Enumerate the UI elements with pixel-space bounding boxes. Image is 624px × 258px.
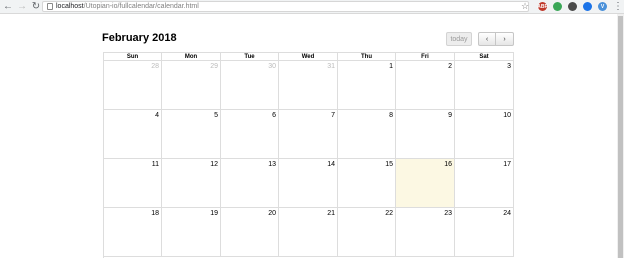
day-number[interactable]: 5 bbox=[214, 112, 218, 120]
adblock-icon[interactable]: ABP bbox=[537, 2, 548, 11]
day-cell[interactable]: 17 bbox=[455, 159, 514, 208]
day-cell[interactable]: 30 bbox=[221, 61, 279, 110]
extension-blue-icon[interactable] bbox=[583, 2, 592, 11]
vue-devtools-icon[interactable]: V bbox=[598, 2, 607, 11]
day-number[interactable]: 12 bbox=[210, 161, 218, 169]
browser-menu-icon[interactable]: ⋮ bbox=[613, 1, 623, 12]
day-cell[interactable]: 28 bbox=[104, 61, 162, 110]
day-number[interactable]: 6 bbox=[272, 112, 276, 120]
day-number[interactable]: 19 bbox=[210, 210, 218, 218]
week-row: 4 5 6 7 8 9 10 bbox=[104, 110, 515, 159]
day-cell[interactable]: 5 bbox=[162, 110, 221, 159]
day-cell[interactable]: 1 bbox=[338, 61, 396, 110]
today-button[interactable]: today bbox=[446, 32, 472, 46]
pocket-icon[interactable] bbox=[568, 2, 577, 11]
scrollbar-thumb[interactable] bbox=[618, 16, 623, 258]
day-number[interactable]: 14 bbox=[327, 161, 335, 169]
url-path: /Utopian-io/fullcalendar/calendar.html bbox=[83, 3, 199, 10]
day-number[interactable]: 7 bbox=[331, 112, 335, 120]
day-header-row: Sun Mon Tue Wed Thu Fri Sat bbox=[104, 53, 515, 61]
chevron-left-icon: ‹ bbox=[485, 35, 489, 43]
url-text: localhost/Utopian-io/fullcalendar/calend… bbox=[56, 1, 199, 12]
day-cell[interactable]: 8 bbox=[338, 110, 396, 159]
day-cell[interactable]: 12 bbox=[162, 159, 221, 208]
day-header-sat: Sat bbox=[455, 53, 514, 61]
page-scrollbar[interactable] bbox=[617, 14, 624, 258]
day-number[interactable]: 10 bbox=[503, 112, 511, 120]
day-number[interactable]: 2 bbox=[448, 63, 452, 71]
day-number[interactable]: 8 bbox=[389, 112, 393, 120]
day-number[interactable]: 13 bbox=[268, 161, 276, 169]
day-cell[interactable]: 23 bbox=[396, 208, 455, 257]
day-cell[interactable]: 20 bbox=[221, 208, 279, 257]
day-header-tue: Tue bbox=[221, 53, 279, 61]
day-cell[interactable]: 6 bbox=[221, 110, 279, 159]
chevron-right-icon: › bbox=[503, 35, 506, 43]
prev-month-button[interactable]: ‹ bbox=[478, 32, 496, 46]
day-header-wed: Wed bbox=[279, 53, 338, 61]
page-info-icon[interactable] bbox=[47, 3, 53, 10]
day-number[interactable]: 20 bbox=[268, 210, 276, 218]
day-number[interactable]: 4 bbox=[155, 112, 159, 120]
day-cell[interactable]: 7 bbox=[279, 110, 338, 159]
address-bar[interactable]: localhost/Utopian-io/fullcalendar/calend… bbox=[42, 1, 529, 12]
day-cell[interactable]: 2 bbox=[396, 61, 455, 110]
week-row: 28 29 30 31 1 2 3 bbox=[104, 61, 515, 110]
day-cell[interactable]: 31 bbox=[279, 61, 338, 110]
day-cell[interactable]: 15 bbox=[338, 159, 396, 208]
forward-button[interactable]: → bbox=[16, 1, 28, 13]
day-cell[interactable]: 29 bbox=[162, 61, 221, 110]
day-number[interactable]: 29 bbox=[210, 63, 218, 71]
bookmark-star-icon[interactable]: ☆ bbox=[521, 1, 529, 12]
day-cell[interactable]: 11 bbox=[104, 159, 162, 208]
day-header-sun: Sun bbox=[104, 53, 162, 61]
day-number[interactable]: 11 bbox=[152, 161, 159, 169]
day-number[interactable]: 18 bbox=[151, 210, 159, 218]
day-cell[interactable]: 14 bbox=[279, 159, 338, 208]
back-button[interactable]: ← bbox=[2, 1, 14, 13]
reload-button[interactable]: ↻ bbox=[30, 1, 42, 13]
day-cell[interactable]: 21 bbox=[279, 208, 338, 257]
next-month-button[interactable]: › bbox=[495, 32, 514, 46]
day-number[interactable]: 21 bbox=[327, 210, 335, 218]
day-header-fri: Fri bbox=[396, 53, 455, 61]
day-number[interactable]: 30 bbox=[268, 63, 276, 71]
day-header-mon: Mon bbox=[162, 53, 221, 61]
day-number[interactable]: 28 bbox=[151, 63, 159, 71]
week-row: 18 19 20 21 22 23 24 bbox=[104, 208, 515, 257]
day-number[interactable]: 3 bbox=[507, 63, 511, 71]
day-cell[interactable]: 3 bbox=[455, 61, 514, 110]
day-cell[interactable]: 22 bbox=[338, 208, 396, 257]
month-grid: Sun Mon Tue Wed Thu Fri Sat 28 29 30 31 1 2 3 4 5 6 7 8 9 1… bbox=[103, 52, 514, 258]
day-number[interactable]: 23 bbox=[444, 210, 452, 218]
day-cell[interactable]: 19 bbox=[162, 208, 221, 257]
calendar-title: February 2018 bbox=[102, 32, 177, 44]
day-number[interactable]: 31 bbox=[327, 63, 335, 71]
day-number[interactable]: 16 bbox=[444, 161, 452, 169]
day-cell[interactable]: 10 bbox=[455, 110, 514, 159]
day-cell[interactable]: 24 bbox=[455, 208, 514, 257]
day-cell[interactable]: 4 bbox=[104, 110, 162, 159]
day-number[interactable]: 22 bbox=[385, 210, 393, 218]
week-row: 11 12 13 14 15 16 17 bbox=[104, 159, 515, 208]
day-cell-today[interactable]: 16 bbox=[396, 159, 455, 208]
day-cell[interactable]: 13 bbox=[221, 159, 279, 208]
day-number[interactable]: 17 bbox=[503, 161, 511, 169]
day-number[interactable]: 15 bbox=[385, 161, 393, 169]
day-number[interactable]: 1 bbox=[389, 63, 393, 71]
day-header-thu: Thu bbox=[338, 53, 396, 61]
day-number[interactable]: 24 bbox=[503, 210, 511, 218]
url-host: localhost bbox=[56, 3, 84, 10]
day-cell[interactable]: 18 bbox=[104, 208, 162, 257]
day-number[interactable]: 9 bbox=[448, 112, 452, 120]
extension-green-icon[interactable] bbox=[553, 2, 562, 11]
day-cell[interactable]: 9 bbox=[396, 110, 455, 159]
